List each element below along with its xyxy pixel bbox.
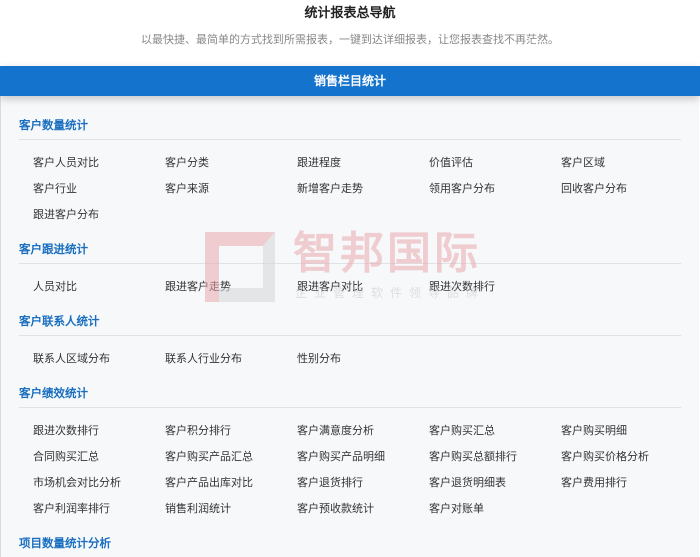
report-link[interactable]: 性别分布	[297, 346, 429, 372]
report-link[interactable]: 客户购买产品明细	[297, 444, 429, 470]
report-section: 客户跟进统计 人员对比 跟进客户走势 跟进客户对比 跟进次数排行	[1, 239, 699, 311]
report-section: 客户联系人统计 联系人区域分布 联系人行业分布 性别分布	[1, 311, 699, 383]
page-title: 统计报表总导航	[304, 6, 396, 21]
report-link[interactable]: 联系人行业分布	[165, 346, 297, 372]
report-link[interactable]: 销售利润统计	[165, 496, 297, 522]
report-link[interactable]: 客户积分排行	[165, 418, 297, 444]
section-heading: 项目数量统计分析	[19, 533, 681, 557]
report-link[interactable]: 回收客户分布	[561, 176, 693, 202]
report-link[interactable]: 客户利润率排行	[33, 496, 165, 522]
report-link[interactable]: 联系人区域分布	[33, 346, 165, 372]
report-link[interactable]: 客户行业	[33, 176, 165, 202]
section-heading: 客户跟进统计	[19, 239, 681, 264]
report-link[interactable]: 客户购买汇总	[429, 418, 561, 444]
report-link[interactable]: 新增客户走势	[297, 176, 429, 202]
report-link[interactable]: 客户购买价格分析	[561, 444, 693, 470]
report-link[interactable]: 客户人员对比	[33, 150, 165, 176]
report-link[interactable]: 人员对比	[33, 274, 165, 300]
report-link[interactable]: 市场机会对比分析	[33, 470, 165, 496]
report-link[interactable]: 客户预收款统计	[297, 496, 429, 522]
report-links: 联系人区域分布 联系人行业分布 性别分布	[1, 336, 699, 383]
report-link[interactable]: 领用客户分布	[429, 176, 561, 202]
report-section: 项目数量统计分析	[1, 533, 699, 557]
report-links: 人员对比 跟进客户走势 跟进客户对比 跟进次数排行	[1, 264, 699, 311]
report-link[interactable]: 客户费用排行	[561, 470, 693, 496]
report-section: 客户数量统计客户人员对比 客户分类 跟进程度 价值评估 客户区域客户行业 客户来源 新增客户…	[1, 115, 699, 239]
page-subtitle: 以最快捷、最简单的方式找到所需报表，一键到达详细报表，让您报表查找不再茫然。	[141, 33, 559, 46]
report-link[interactable]: 客户产品出库对比	[165, 470, 297, 496]
section-heading: 客户数量统计	[19, 115, 681, 140]
report-link[interactable]: 客户来源	[165, 176, 297, 202]
report-link[interactable]: 跟进客户分布	[33, 202, 165, 228]
report-link[interactable]: 客户购买总额排行	[429, 444, 561, 470]
report-section: 客户绩效统计跟进次数排行 客户积分排行 客户满意度分析 客户购买汇总 客户购买明细合同购…	[1, 383, 699, 533]
section-heading: 客户联系人统计	[19, 311, 681, 336]
report-link[interactable]: 跟进次数排行	[429, 274, 561, 300]
report-link[interactable]: 客户退货明细表	[429, 470, 561, 496]
report-link[interactable]: 跟进次数排行	[33, 418, 165, 444]
report-link[interactable]: 客户对账单	[429, 496, 561, 522]
report-link[interactable]: 客户退货排行	[297, 470, 429, 496]
report-links: 客户人员对比 客户分类 跟进程度 价值评估 客户区域客户行业 客户来源 新增客户走势 领用客户…	[1, 140, 699, 239]
report-link[interactable]: 客户分类	[165, 150, 297, 176]
report-link[interactable]: 合同购买汇总	[33, 444, 165, 470]
report-link[interactable]: 跟进程度	[297, 150, 429, 176]
report-panel: 客户数量统计客户人员对比 客户分类 跟进程度 价值评估 客户区域客户行业 客户来源 新增客户…	[0, 96, 699, 557]
report-link[interactable]: 跟进客户走势	[165, 274, 297, 300]
report-link[interactable]: 客户满意度分析	[297, 418, 429, 444]
report-link[interactable]: 价值评估	[429, 150, 561, 176]
report-link[interactable]: 客户购买明细	[561, 418, 693, 444]
section-heading: 客户绩效统计	[19, 383, 681, 408]
report-link[interactable]: 客户区域	[561, 150, 693, 176]
report-link[interactable]: 跟进客户对比	[297, 274, 429, 300]
report-links: 跟进次数排行 客户积分排行 客户满意度分析 客户购买汇总 客户购买明细 合同购买汇总 客户购…	[1, 408, 699, 533]
report-link[interactable]: 客户购买产品汇总	[165, 444, 297, 470]
category-bar: 销售栏目统计	[0, 66, 700, 96]
